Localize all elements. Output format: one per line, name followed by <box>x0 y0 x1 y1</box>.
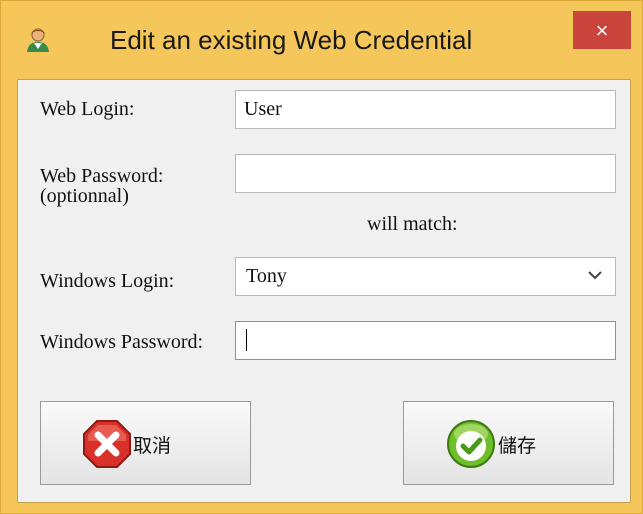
dialog-body: Web Login: User Web Password: (optionnal… <box>17 79 631 503</box>
web-login-input[interactable]: User <box>235 90 616 129</box>
web-login-label: Web Login: <box>40 98 135 120</box>
windows-login-selected-value: Tony <box>246 265 287 287</box>
checkmark-icon <box>447 420 495 468</box>
save-label: 儲存 <box>498 435 537 457</box>
web-password-label: Web Password: <box>40 165 164 187</box>
text-caret <box>246 329 247 351</box>
save-button[interactable]: 儲存 <box>403 401 614 485</box>
windows-login-label: Windows Login: <box>40 270 175 292</box>
will-match-text: will match: <box>367 213 458 235</box>
windows-login-select[interactable]: Tony <box>235 257 616 296</box>
web-password-input[interactable] <box>235 154 616 193</box>
chevron-down-icon[interactable] <box>587 270 603 280</box>
user-icon <box>27 28 49 52</box>
windows-password-input[interactable] <box>235 321 616 360</box>
windows-password-label: Windows Password: <box>40 331 204 353</box>
cancel-button[interactable]: 取消 <box>40 401 251 485</box>
dialog-window: Edit an existing Web Credential × Web Lo… <box>0 0 643 514</box>
close-button[interactable]: × <box>573 11 631 49</box>
cancel-x-icon <box>83 420 131 468</box>
web-password-optional-note: (optionnal) <box>40 185 129 207</box>
cancel-label: 取消 <box>133 435 172 457</box>
window-title: Edit an existing Web Credential <box>110 25 473 55</box>
title-bar[interactable]: Edit an existing Web Credential × <box>1 1 642 79</box>
